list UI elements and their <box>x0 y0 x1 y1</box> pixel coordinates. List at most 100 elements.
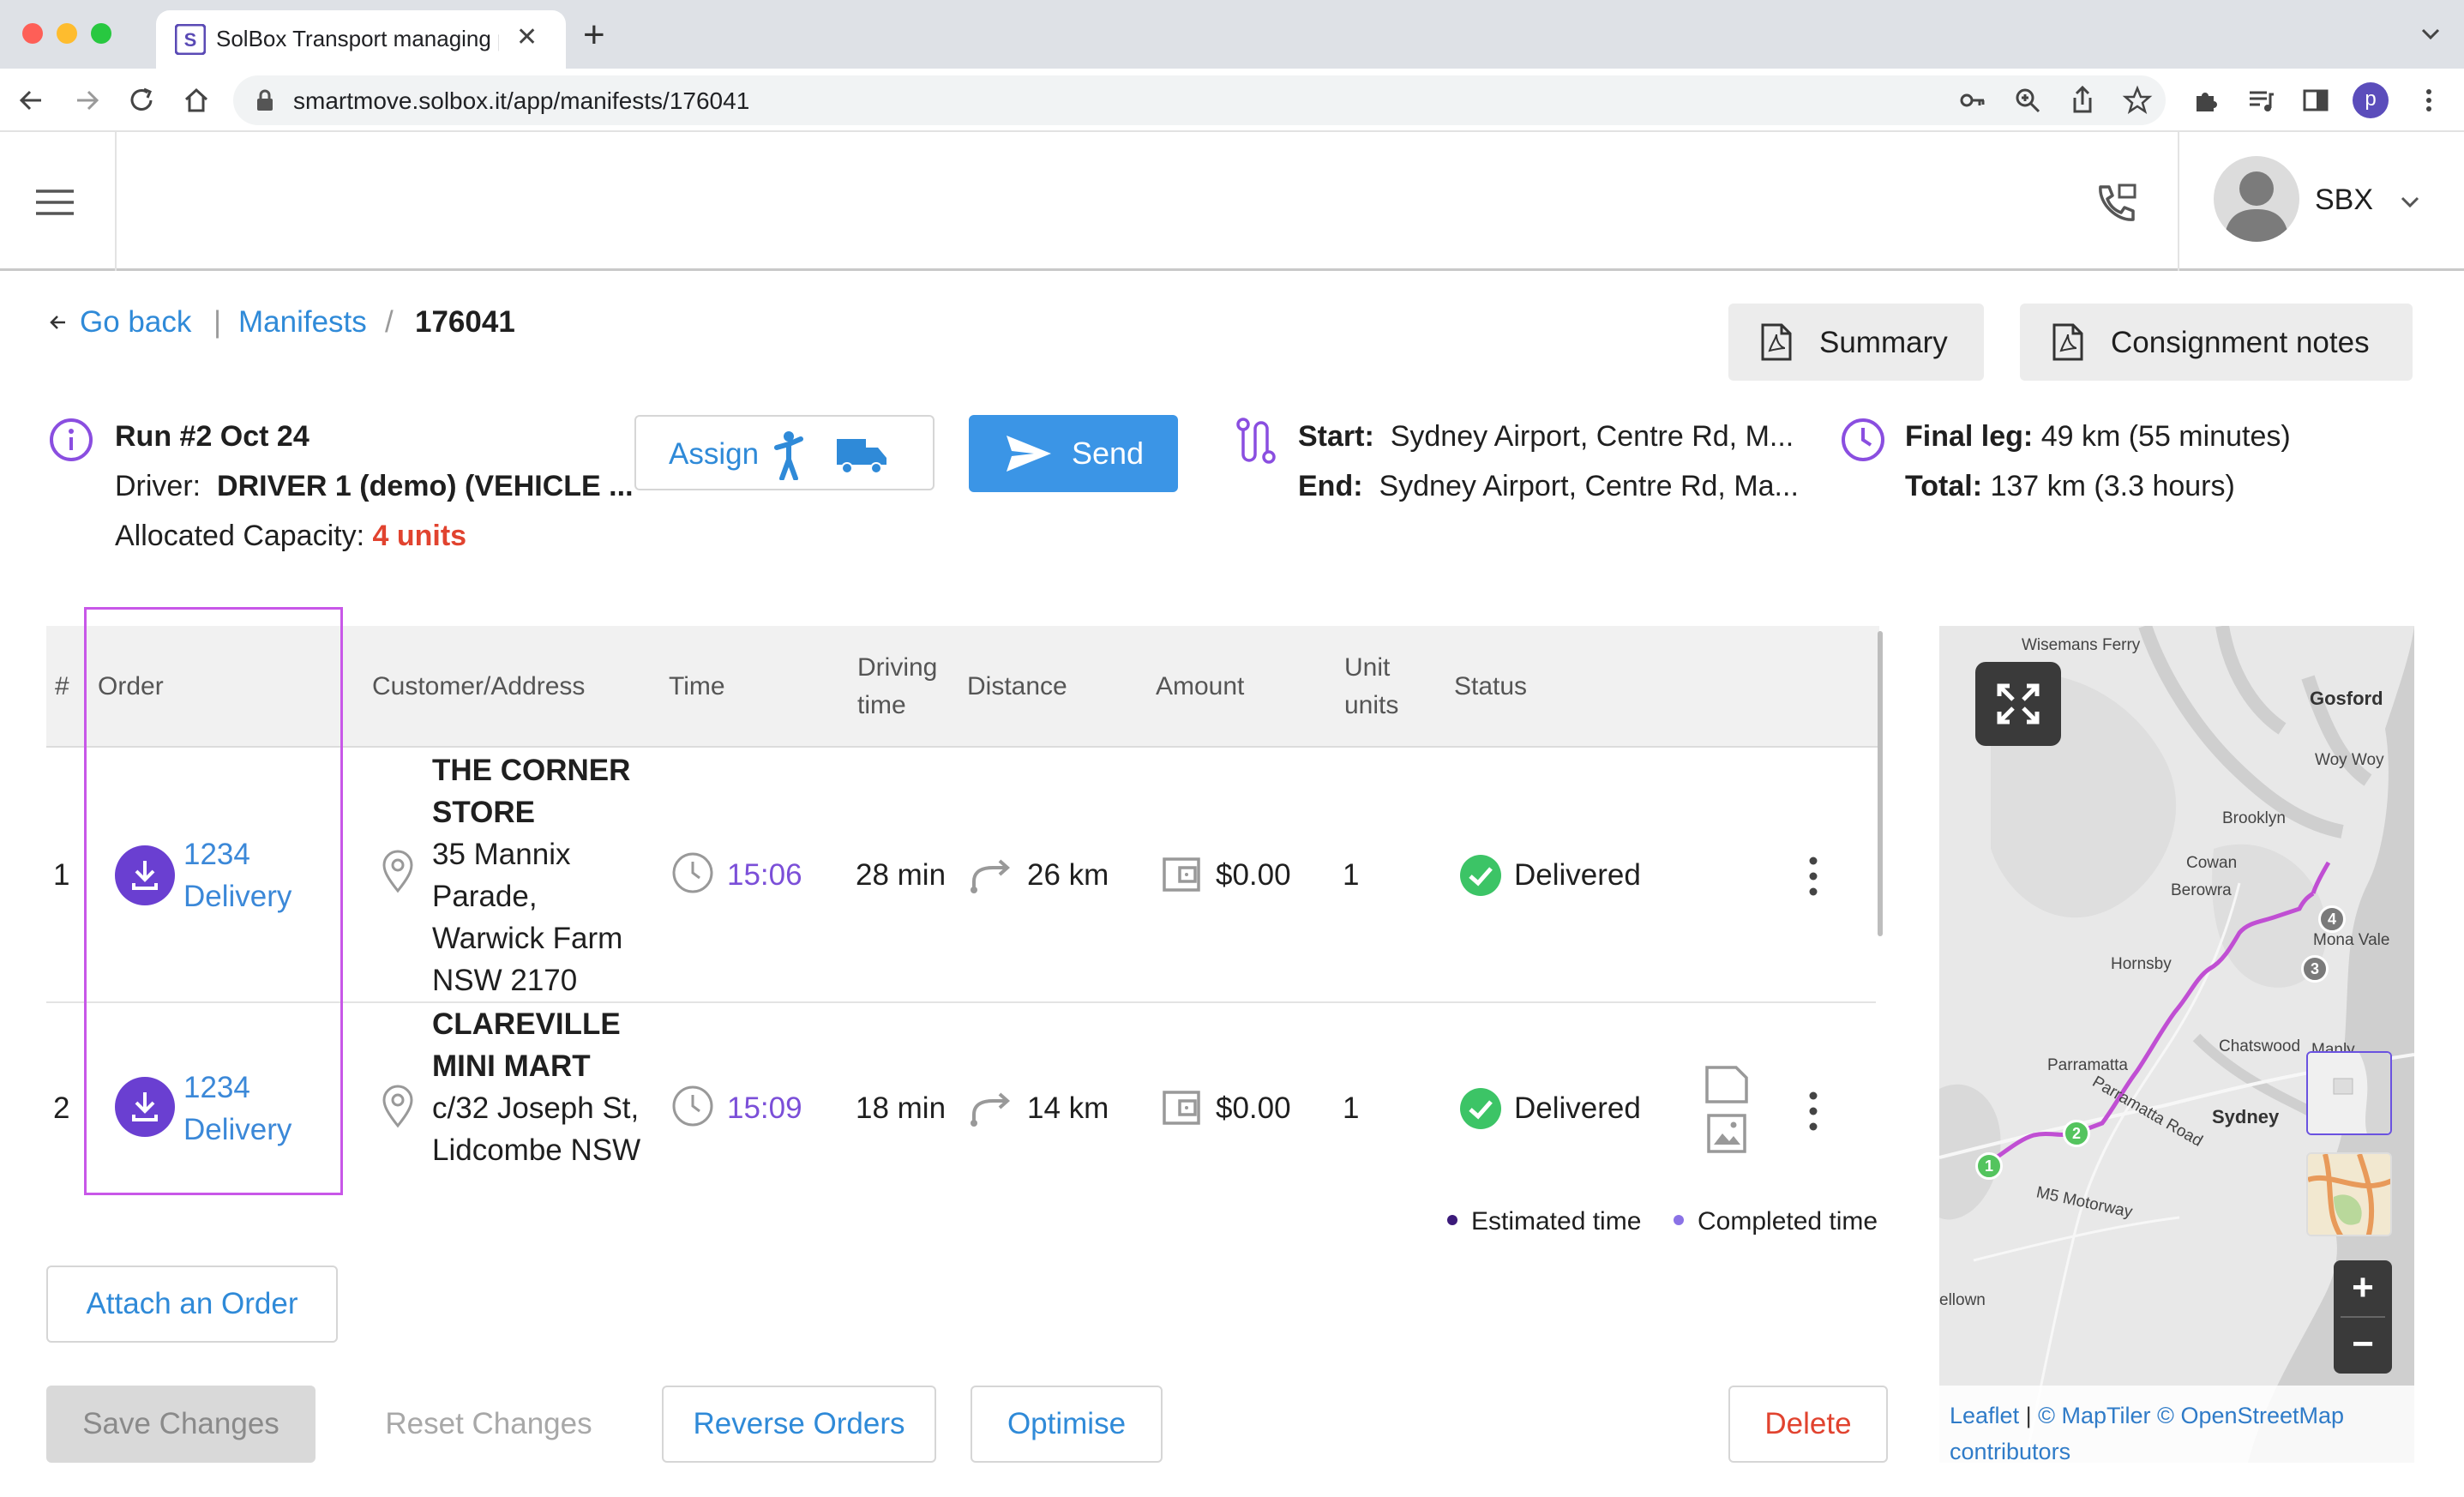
total-value: 137 km (3.3 hours) <box>1990 470 2235 502</box>
attach-order-button[interactable]: Attach an Order <box>46 1266 338 1343</box>
map-label-gosford: Gosford <box>2310 688 2383 709</box>
col-num: # <box>55 672 69 700</box>
start-line: Start: Sydney Airport, Centre Rd, M... <box>1298 420 1794 454</box>
map-layer-light-button[interactable] <box>2306 1051 2392 1135</box>
zoom-icon[interactable] <box>2011 84 2044 117</box>
map-label-mona-vale: Mona Vale <box>2313 931 2390 949</box>
delivery-truck-icon <box>837 439 886 474</box>
extensions-puzzle-icon[interactable] <box>2190 84 2222 117</box>
send-button[interactable]: Send <box>969 415 1178 492</box>
window-minimize-button[interactable] <box>57 23 77 44</box>
check-circle-icon <box>1460 855 1501 896</box>
legend-completed-label: Completed time <box>1698 1207 1878 1235</box>
osm-link[interactable]: © OpenStreetMap <box>2157 1403 2344 1428</box>
consignment-notes-button[interactable]: Consignment notes <box>2020 304 2413 381</box>
stop-time: 15:09 <box>727 1091 802 1125</box>
window-close-button[interactable] <box>22 23 43 44</box>
maptiler-link[interactable]: © MapTiler <box>2038 1403 2150 1428</box>
assign-label: Assign <box>669 437 760 471</box>
map-marker-1[interactable]: 1 <box>1975 1152 2003 1180</box>
bookmark-star-icon[interactable] <box>2121 84 2154 117</box>
share-icon[interactable] <box>2066 84 2099 117</box>
leaflet-link[interactable]: Leaflet <box>1950 1403 2019 1428</box>
stop-time: 15:06 <box>727 858 802 892</box>
reverse-orders-button[interactable]: Reverse Orders <box>662 1386 936 1463</box>
map-layer-street-button[interactable] <box>2306 1152 2392 1236</box>
map-label-cowan: Cowan <box>2186 854 2238 872</box>
user-avatar[interactable] <box>2214 156 2299 242</box>
breadcrumb-separator: / <box>385 305 394 339</box>
distance: 14 km <box>1027 1091 1109 1125</box>
go-back-link[interactable]: Go back <box>80 305 191 340</box>
capacity-value: 4 units <box>372 520 467 552</box>
col-unit-line1[interactable]: Unit <box>1344 650 1390 686</box>
map-label-brooklyn: Brooklyn <box>2222 809 2286 827</box>
row-num: 2 <box>53 1091 70 1125</box>
kebab-menu-icon[interactable] <box>1800 1089 1826 1133</box>
media-control-icon[interactable] <box>2245 84 2277 117</box>
col-driving-line1[interactable]: Driving <box>857 650 937 686</box>
map-marker-4[interactable]: 4 <box>2318 905 2346 933</box>
phone-call-icon[interactable] <box>2092 180 2140 228</box>
osm-contributors-link[interactable]: contributors <box>1950 1439 2070 1463</box>
kebab-menu-icon[interactable] <box>1800 854 1826 899</box>
photo-image-icon[interactable] <box>1706 1113 1747 1154</box>
assign-button[interactable]: Assign <box>634 415 935 490</box>
map-label-sydney: Sydney <box>2212 1106 2280 1127</box>
col-distance[interactable]: Distance <box>967 669 1067 705</box>
optimise-button[interactable]: Optimise <box>971 1386 1163 1463</box>
map-marker-2[interactable]: 2 <box>2063 1120 2090 1147</box>
user-name[interactable]: SBX <box>2315 183 2373 217</box>
run-title: Run #2 Oct 24 <box>115 420 310 453</box>
driver-label: Driver: <box>115 470 201 502</box>
browser-profile-avatar[interactable]: p <box>2353 82 2389 118</box>
legend-estimated-label: Estimated time <box>1471 1207 1642 1235</box>
reset-changes-button[interactable]: Reset Changes <box>352 1386 626 1463</box>
delete-button[interactable]: Delete <box>1728 1386 1888 1463</box>
forward-arrow-icon[interactable] <box>70 84 103 117</box>
end-label: End: <box>1298 470 1363 502</box>
window-zoom-button[interactable] <box>91 23 111 44</box>
col-unit-line2[interactable]: units <box>1344 688 1398 724</box>
breadcrumb-current: 176041 <box>415 305 515 339</box>
hamburger-menu-icon[interactable] <box>34 189 75 216</box>
map-marker-3[interactable]: 3 <box>2301 955 2329 983</box>
tab-search-chevron-icon[interactable] <box>2418 21 2443 46</box>
table-scrollbar[interactable] <box>1878 631 1883 936</box>
browser-menu-icon[interactable] <box>2413 84 2445 117</box>
document-icon[interactable] <box>1704 1065 1749 1104</box>
back-arrow-icon[interactable] <box>48 312 69 333</box>
col-driving-line2[interactable]: time <box>857 688 906 724</box>
customer-name-line2: MINI MART <box>432 1049 591 1083</box>
route-map[interactable]: Wisemans Ferry Gosford Woy Woy Brooklyn … <box>1939 626 2414 1463</box>
zoom-out-button[interactable]: − <box>2334 1317 2392 1372</box>
distance: 26 km <box>1027 858 1109 892</box>
col-time[interactable]: Time <box>669 669 725 705</box>
driving-time: 18 min <box>856 1091 947 1125</box>
chevron-down-icon[interactable] <box>2399 194 2421 211</box>
units: 1 <box>1343 858 1360 892</box>
col-customer[interactable]: Customer/Address <box>372 669 585 705</box>
summary-button[interactable]: Summary <box>1728 304 1984 381</box>
browser-tab[interactable]: S SolBox Transport managing pla ✕ <box>156 10 566 69</box>
address-line2: Lidcombe NSW <box>432 1133 641 1167</box>
side-panel-icon[interactable] <box>2299 84 2332 117</box>
final-leg-label: Final leg: <box>1905 420 2034 453</box>
tab-close-icon[interactable]: ✕ <box>516 22 538 52</box>
manifests-link[interactable]: Manifests <box>238 305 367 340</box>
address-bar[interactable]: smartmove.solbox.it/app/manifests/176041 <box>233 75 2166 125</box>
map-label-hornsby: Hornsby <box>2111 955 2172 973</box>
key-icon[interactable] <box>1956 84 1989 117</box>
app-header: SBX <box>0 132 2464 271</box>
zoom-in-button[interactable]: + <box>2334 1260 2392 1315</box>
map-label-berowra: Berowra <box>2171 881 2232 899</box>
home-icon[interactable] <box>180 84 213 117</box>
map-fullscreen-button[interactable] <box>1975 662 2061 746</box>
col-status[interactable]: Status <box>1454 669 1527 705</box>
save-changes-button[interactable]: Save Changes <box>46 1386 316 1463</box>
reload-icon[interactable] <box>125 84 158 117</box>
header-divider <box>2178 132 2179 271</box>
col-amount[interactable]: Amount <box>1156 669 1244 705</box>
new-tab-icon[interactable]: + <box>583 14 605 57</box>
back-arrow-icon[interactable] <box>15 84 48 117</box>
